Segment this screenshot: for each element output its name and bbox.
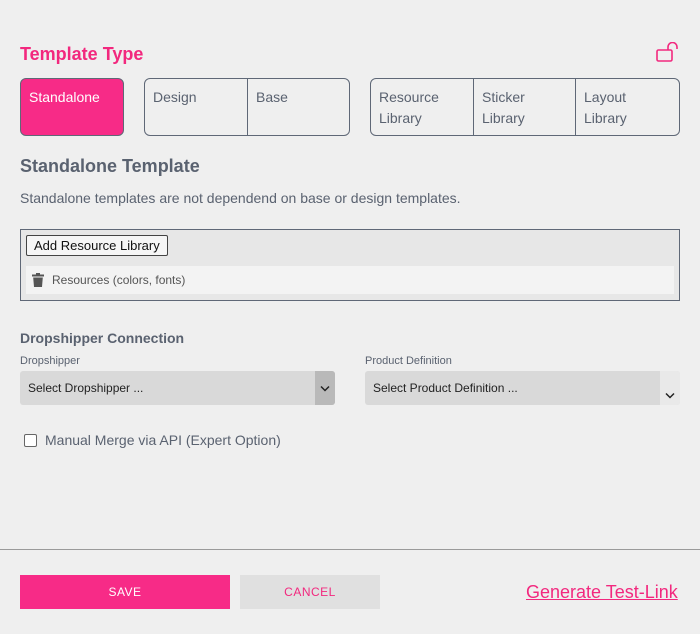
resource-item-label: Resources (colors, fonts)	[52, 273, 186, 287]
manual-merge-label: Manual Merge via API (Expert Option)	[45, 432, 281, 448]
dropshipper-select[interactable]: Select Dropshipper ...	[20, 371, 335, 405]
dropshipper-connection-heading: Dropshipper Connection	[20, 330, 185, 346]
dropshipper-label: Dropshipper	[20, 355, 80, 367]
template-type-heading: Template Type	[20, 44, 144, 64]
type-resource-library-label: Resource Library	[379, 89, 439, 126]
section-description: Standalone templates are not dependend o…	[20, 190, 461, 206]
manual-merge-checkbox[interactable]	[24, 433, 37, 447]
chevron-down-icon	[320, 385, 330, 392]
chevron-down-icon	[665, 392, 675, 399]
product-definition-select-value: Select Product Definition ...	[373, 381, 518, 395]
resource-list-item: Resources (colors, fonts)	[26, 266, 674, 294]
section-title: Standalone Template	[20, 156, 200, 176]
dropshipper-select-arrow[interactable]	[315, 371, 335, 405]
manual-merge-option[interactable]: Manual Merge via API (Expert Option)	[24, 432, 281, 448]
add-resource-library-button[interactable]: Add Resource Library	[26, 235, 168, 256]
unlock-icon[interactable]	[656, 42, 682, 62]
template-settings-panel: Template Type Standalone Design Base Res…	[0, 0, 700, 634]
generate-test-link[interactable]: Generate Test-Link	[526, 582, 678, 603]
type-standalone-button[interactable]: Standalone	[20, 78, 124, 136]
footer-divider	[0, 549, 700, 550]
resource-library-box: Add Resource Library Resources (colors, …	[20, 229, 680, 301]
type-layout-library-button[interactable]: Layout Library	[575, 78, 680, 136]
type-resource-library-button[interactable]: Resource Library	[370, 78, 474, 136]
type-sticker-library-button[interactable]: Sticker Library	[473, 78, 576, 136]
type-base-button[interactable]: Base	[247, 78, 350, 136]
type-design-button[interactable]: Design	[144, 78, 248, 136]
product-definition-label: Product Definition	[365, 355, 452, 367]
product-definition-select[interactable]: Select Product Definition ...	[365, 371, 680, 405]
type-layout-library-label: Layout Library	[584, 89, 627, 126]
cancel-button[interactable]: CANCEL	[240, 575, 380, 609]
type-sticker-library-label: Sticker Library	[482, 89, 525, 126]
type-design-label: Design	[153, 89, 197, 105]
type-standalone-label: Standalone	[29, 89, 100, 105]
type-base-label: Base	[256, 89, 288, 105]
product-definition-select-arrow[interactable]	[660, 371, 680, 405]
dropshipper-select-value: Select Dropshipper ...	[28, 381, 144, 395]
save-button[interactable]: SAVE	[20, 575, 230, 609]
trash-icon[interactable]	[32, 273, 44, 287]
